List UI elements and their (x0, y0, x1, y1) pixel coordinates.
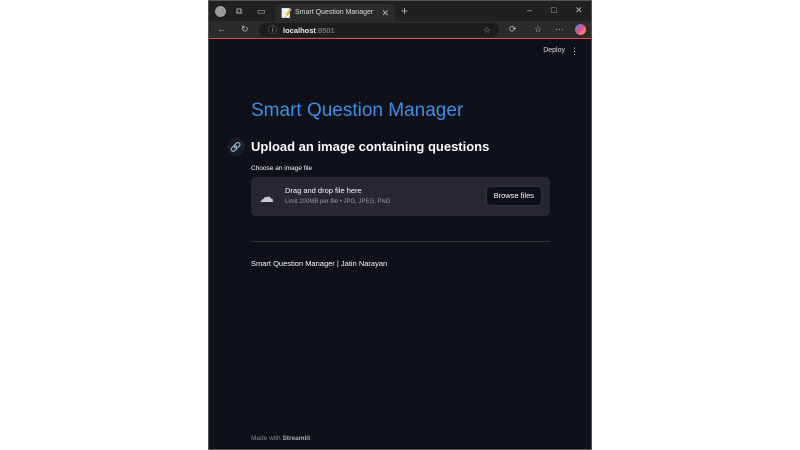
file-dropzone[interactable]: ☁ Drag and drop file here Limit 200MB pe… (251, 177, 550, 216)
anchor-link-icon[interactable]: 🔗 (227, 138, 245, 156)
drop-text: Drag and drop file here (285, 186, 362, 195)
cloud-upload-icon: ☁ (259, 189, 274, 206)
close-window-icon[interactable]: ✕ (575, 6, 583, 15)
refresh-icon[interactable]: ↻ (241, 25, 249, 34)
browse-files-button[interactable]: Browse files (485, 186, 542, 206)
made-with-streamlit[interactable]: Made with Streamlit (251, 435, 310, 442)
divider (251, 241, 550, 242)
extensions-icon[interactable]: ⟳ (509, 25, 517, 34)
page-title: Smart Question Manager (251, 100, 464, 121)
close-tab-icon[interactable]: ✕ (381, 9, 389, 18)
uploader-label: Choose an image file (251, 165, 313, 172)
tab-bar: ⧉ ▭ Smart Question Manager 📝 ✕ + – □ ✕ (209, 1, 591, 21)
info-icon[interactable]: ⓘ (268, 26, 277, 35)
tab-smart-question-manager[interactable]: Smart Question Manager 📝 ✕ (275, 4, 395, 21)
profile-avatar-icon[interactable] (215, 6, 226, 17)
limit-text: Limit 200MB per file • JPG, JPEG, PNG (285, 199, 391, 205)
maximize-icon[interactable]: □ (551, 6, 556, 15)
copilot-icon[interactable] (575, 24, 586, 35)
main-menu-icon[interactable]: ⋮ (570, 46, 579, 57)
minimize-icon[interactable]: – (527, 6, 532, 15)
address-bar-row: ← ↻ ⓘ localhost:8501 ☆ ⟳ ☆ ··· (209, 21, 591, 39)
favorites-icon[interactable]: ☆ (534, 25, 542, 34)
more-icon[interactable]: ··· (555, 25, 564, 34)
favorite-star-icon[interactable]: ☆ (483, 26, 491, 35)
subheader: Upload an image containing questions (251, 139, 490, 154)
url-input[interactable]: ⓘ localhost:8501 ☆ (259, 23, 499, 37)
tab-actions-icon[interactable]: ▭ (257, 7, 266, 16)
footer-text: Smart Question Manager | Jatin Narayan (251, 259, 388, 268)
browser-window: ⧉ ▭ Smart Question Manager 📝 ✕ + – □ ✕ ← ↻… (208, 0, 592, 450)
new-tab-icon[interactable]: + (401, 5, 408, 17)
back-icon[interactable]: ← (217, 25, 226, 34)
workspaces-icon[interactable]: ⧉ (236, 7, 242, 16)
deploy-button[interactable]: Deploy (543, 47, 565, 54)
page-icon: 📝 (281, 8, 293, 18)
